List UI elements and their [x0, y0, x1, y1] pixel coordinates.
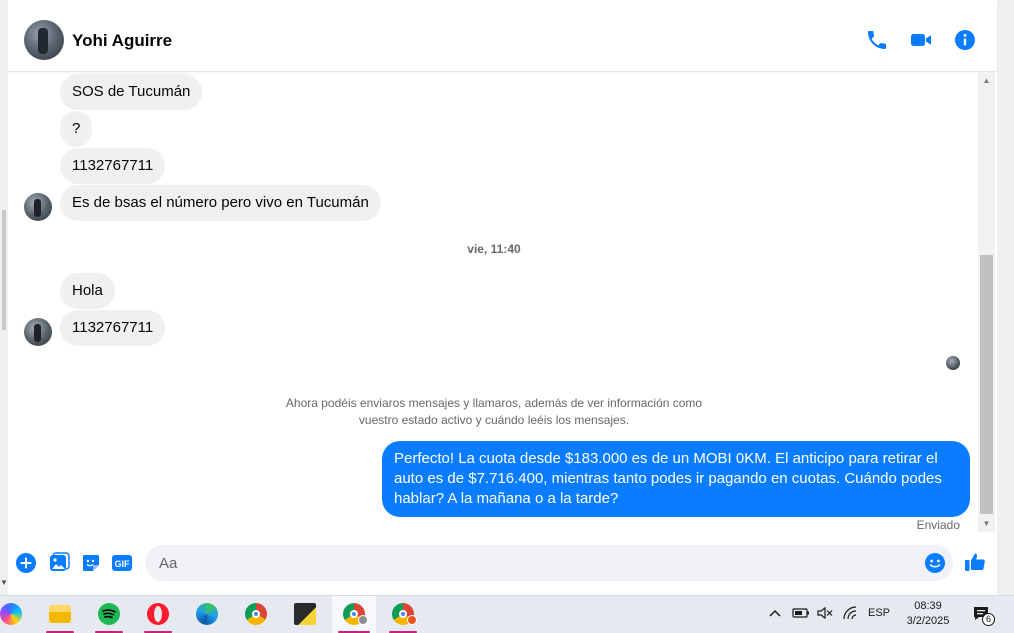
- chat-scrollbar-thumb[interactable]: [980, 255, 993, 514]
- sender-avatar[interactable]: [24, 318, 52, 346]
- info-icon[interactable]: [953, 28, 977, 52]
- chrome-profile-r-icon[interactable]: [381, 596, 425, 633]
- messenger-window: Yohi Aguirre SOS de Tucumán ? 1132767711…: [0, 0, 1014, 633]
- scroll-down-arrow-icon[interactable]: ▼: [0, 578, 8, 587]
- right-edge: [997, 0, 1014, 595]
- contact-avatar[interactable]: [24, 20, 64, 60]
- scroll-down-arrow-icon[interactable]: ▼: [980, 517, 993, 531]
- seen-indicator-avatar: [946, 356, 960, 370]
- chrome-profile-y-icon[interactable]: [332, 596, 376, 633]
- language-indicator[interactable]: ESP: [868, 607, 890, 633]
- message-bubble-in[interactable]: SOS de Tucumán: [60, 74, 203, 110]
- message-bubble-in[interactable]: Es de bsas el número pero vivo en Tucumá…: [60, 185, 381, 221]
- chrome-icon[interactable]: [234, 596, 278, 633]
- top-edge: [0, 0, 1014, 8]
- sent-status: Enviado: [916, 518, 960, 532]
- speaker-muted-icon[interactable]: [816, 606, 834, 633]
- message-bubble-in[interactable]: 1132767711: [60, 148, 166, 184]
- clock-time: 08:39: [914, 600, 942, 612]
- plus-icon[interactable]: [15, 552, 37, 574]
- sticker-icon[interactable]: [80, 552, 102, 574]
- clock-date: 3/2/2025: [906, 615, 950, 627]
- opera-icon[interactable]: [136, 596, 180, 633]
- chevron-up-icon[interactable]: [768, 606, 782, 633]
- wifi-icon[interactable]: [842, 606, 860, 633]
- emoji-icon[interactable]: [924, 552, 946, 574]
- message-bubble-in[interactable]: ?: [60, 111, 93, 147]
- gif-icon[interactable]: GIF: [111, 552, 133, 574]
- notification-count: 6: [982, 613, 995, 626]
- video-camera-icon[interactable]: [909, 28, 933, 52]
- system-clock[interactable]: 08:39 3/2/2025: [896, 599, 960, 629]
- message-bubble-in[interactable]: Hola: [60, 273, 115, 309]
- contact-name[interactable]: Yohi Aguirre: [72, 31, 172, 51]
- battery-icon[interactable]: [792, 606, 810, 633]
- message-bubble-in[interactable]: 1132767711: [60, 310, 166, 346]
- scroll-up-arrow-icon[interactable]: ▲: [980, 74, 993, 88]
- sender-avatar[interactable]: [24, 193, 52, 221]
- file-explorer-icon[interactable]: [38, 596, 82, 633]
- thumbs-up-icon[interactable]: [964, 551, 986, 573]
- gif-label: GIF: [115, 559, 131, 569]
- notification-center-icon[interactable]: 6: [972, 604, 998, 633]
- copilot-icon[interactable]: [0, 596, 33, 633]
- windows-taskbar: ESP 08:39 3/2/2025 6: [0, 595, 1014, 633]
- left-scroll-strip: [0, 0, 8, 595]
- message-input[interactable]: [145, 545, 953, 581]
- sticky-notes-icon[interactable]: [283, 596, 327, 633]
- privacy-notice: Ahora podéis enviaros mensajes y llamaro…: [285, 396, 703, 427]
- conversation-header: Yohi Aguirre: [8, 8, 997, 72]
- phone-icon[interactable]: [865, 28, 889, 52]
- photo-icon[interactable]: [48, 552, 70, 574]
- spotify-icon[interactable]: [87, 596, 131, 633]
- edge-icon[interactable]: [185, 596, 229, 633]
- message-timestamp: vie, 11:40: [467, 242, 521, 256]
- message-bubble-out[interactable]: Perfecto! La cuota desde $183.000 es de …: [382, 441, 970, 517]
